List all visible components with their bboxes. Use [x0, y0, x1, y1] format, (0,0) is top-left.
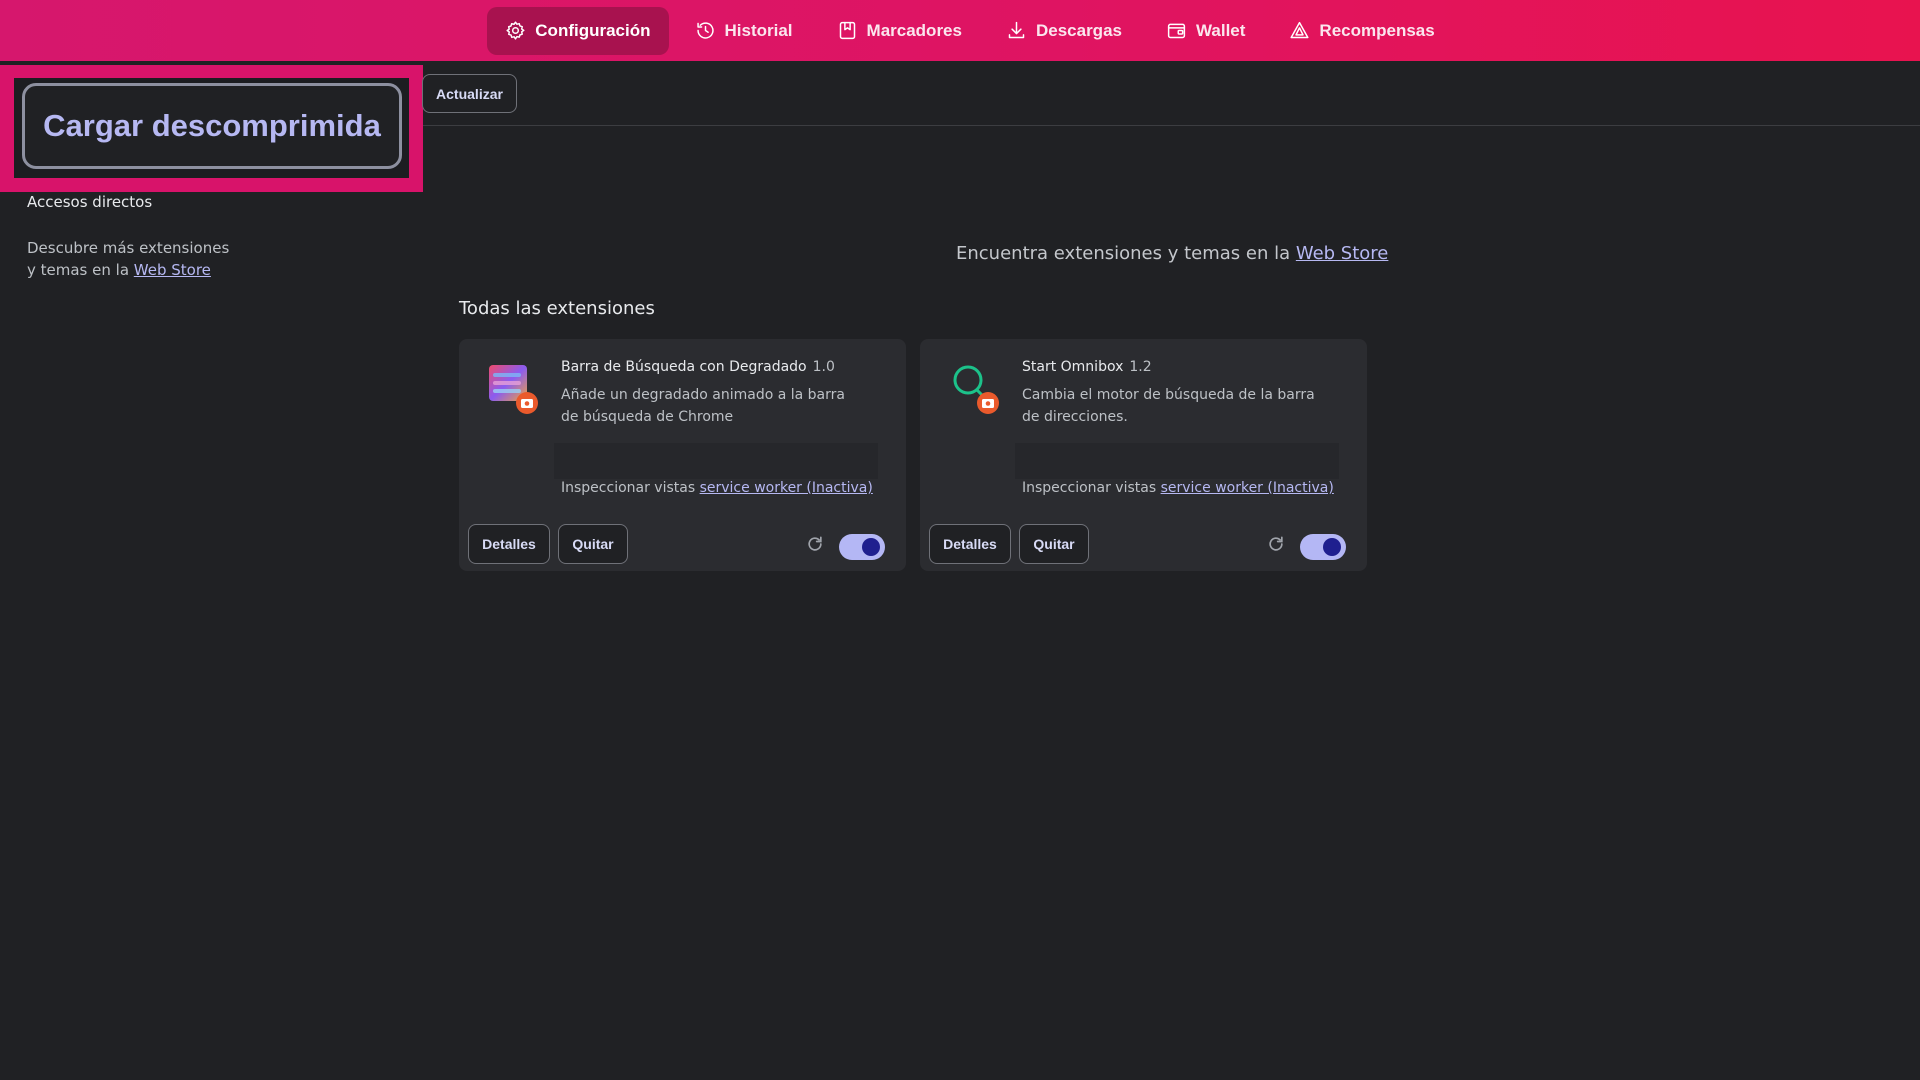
- web-store-banner-text: Encuentra extensiones y temas en la: [956, 243, 1291, 264]
- rewards-triangle-icon: [1290, 21, 1309, 39]
- nav-item-marcadores[interactable]: Marcadores: [819, 7, 980, 55]
- extension-description: Añade un degradado animado a la barra de…: [561, 387, 845, 425]
- load-unpacked-highlight: Cargar descomprimida: [0, 65, 423, 192]
- extension-description: Cambia el motor de búsqueda de la barra …: [1022, 387, 1315, 425]
- nav-item-recompensas[interactable]: Recompensas: [1271, 7, 1452, 55]
- extension-title: Start Omnibox 1.2: [1022, 359, 1152, 375]
- gradient-bar-extension-icon: [489, 363, 543, 417]
- toggle-knob: [1323, 538, 1341, 556]
- extension-id-box: [554, 443, 878, 479]
- sidebar-discover-text: Descubre más extensiones y temas en la W…: [27, 237, 242, 281]
- sidebar-item-shortcuts[interactable]: Accesos directos: [27, 193, 152, 211]
- top-nav-bar: Configuración Historial Marcadores Desca…: [0, 0, 1920, 61]
- service-worker-link[interactable]: service worker (Inactiva): [1161, 480, 1334, 496]
- extension-id-box: [1015, 443, 1339, 479]
- toolbar-divider: [423, 125, 1920, 126]
- load-unpacked-container: Cargar descomprimida: [14, 78, 409, 178]
- load-unpacked-button[interactable]: Cargar descomprimida: [22, 83, 402, 169]
- nav-item-label: Wallet: [1195, 20, 1246, 40]
- extension-name: Start Omnibox: [1022, 359, 1124, 375]
- reload-icon[interactable]: [805, 534, 825, 554]
- nav-item-label: Marcadores: [866, 20, 962, 40]
- web-store-link[interactable]: Web Store: [1296, 243, 1389, 264]
- extension-card: Start Omnibox 1.2 Cambia el motor de búsq…: [920, 339, 1367, 571]
- toggle-knob: [862, 538, 880, 556]
- wallet-icon: [1167, 23, 1186, 39]
- nav-item-configuracion[interactable]: Configuración: [487, 6, 669, 55]
- nav-item-historial[interactable]: Historial: [677, 7, 811, 55]
- reload-icon[interactable]: [1266, 534, 1286, 554]
- sidebar-web-store-link[interactable]: Web Store: [134, 261, 211, 279]
- extension-enable-toggle[interactable]: [1300, 534, 1346, 560]
- details-button[interactable]: Detalles: [929, 524, 1011, 564]
- extension-enable-toggle[interactable]: [839, 534, 885, 560]
- update-button[interactable]: Actualizar: [422, 74, 517, 113]
- remove-button[interactable]: Quitar: [558, 524, 628, 564]
- extension-version: 1.2: [1129, 359, 1152, 375]
- gear-icon: [506, 21, 525, 40]
- service-worker-link[interactable]: service worker (Inactiva): [700, 480, 873, 496]
- nav-item-descargas[interactable]: Descargas: [988, 7, 1140, 55]
- history-icon: [696, 22, 714, 39]
- extension-title: Barra de Búsqueda con Degradado 1.0: [561, 359, 835, 375]
- web-store-banner: Encuentra extensiones y temas en la Web …: [956, 243, 1388, 264]
- nav-item-wallet[interactable]: Wallet: [1148, 7, 1263, 55]
- remove-button[interactable]: Quitar: [1019, 524, 1089, 564]
- inspect-views: Inspeccionar vistas service worker (Inac…: [561, 480, 873, 496]
- bookmark-icon: [839, 21, 855, 40]
- details-button[interactable]: Detalles: [468, 524, 550, 564]
- nav-item-label: Historial: [724, 20, 793, 40]
- extension-card: Barra de Búsqueda con Degradado 1.0 Añade…: [459, 339, 906, 571]
- nav-item-label: Descargas: [1035, 20, 1122, 40]
- inspect-views: Inspeccionar vistas service worker (Inac…: [1022, 480, 1334, 496]
- nav-item-label: Configuración: [535, 20, 651, 40]
- inspect-views-label: Inspeccionar vistas: [561, 480, 696, 496]
- omnibox-search-extension-icon: [950, 363, 1004, 417]
- extension-version: 1.0: [812, 359, 835, 375]
- nav-menu: Configuración Historial Marcadores Desca…: [487, 6, 1452, 55]
- extension-name: Barra de Búsqueda con Degradado: [561, 359, 807, 375]
- inspect-views-label: Inspeccionar vistas: [1022, 480, 1157, 496]
- download-icon: [1008, 21, 1025, 39]
- section-title: Todas las extensiones: [459, 298, 655, 319]
- nav-item-label: Recompensas: [1319, 20, 1435, 40]
